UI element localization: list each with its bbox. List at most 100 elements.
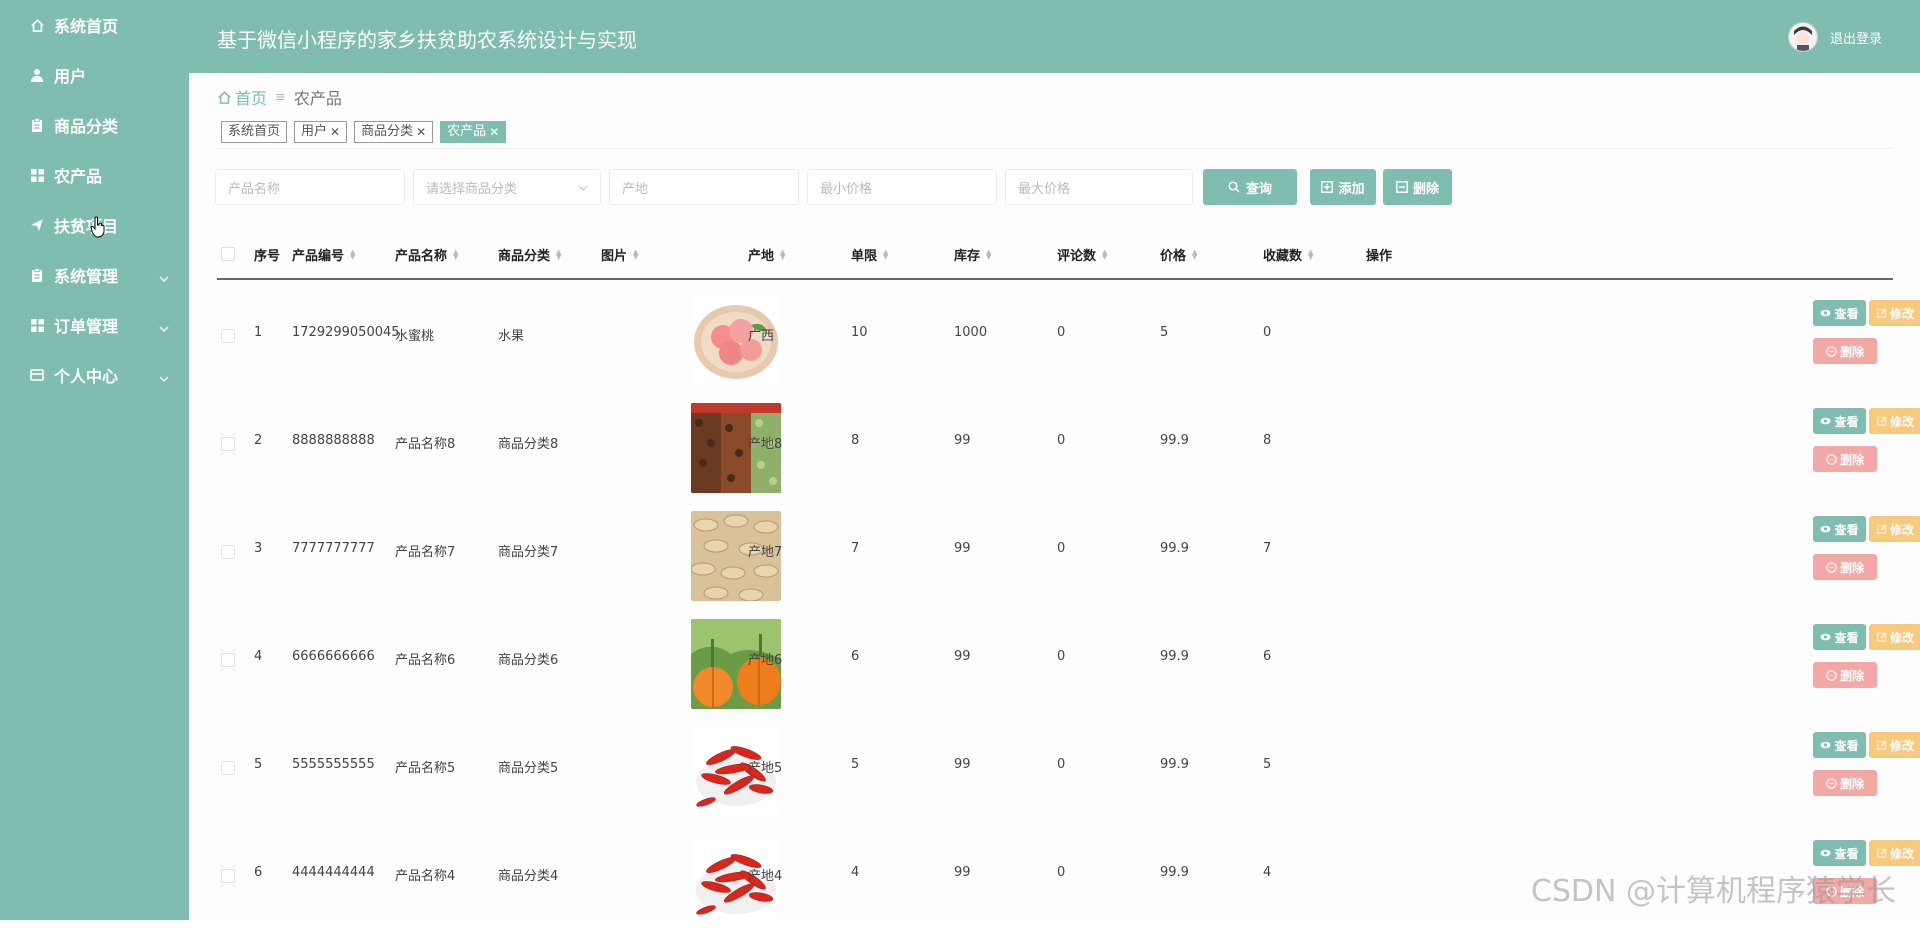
tab-label: 用户 — [301, 124, 328, 139]
minus-circle-icon — [1826, 453, 1837, 465]
sort-icon[interactable]: ▲ ▼ — [883, 248, 889, 260]
cell-favorites: 8 — [1263, 433, 1272, 448]
delete-button[interactable]: 删除 — [1813, 338, 1877, 364]
edit-button[interactable]: 修改 — [1869, 840, 1920, 866]
close-icon[interactable]: ✕ — [489, 122, 499, 142]
cell-stock: 99 — [954, 757, 971, 772]
origin-input[interactable]: 产地 — [609, 169, 799, 205]
cell-origin: 产地4 — [748, 869, 783, 884]
column-header-favorites[interactable]: 收藏数 ▲ ▼ — [1263, 245, 1314, 264]
cell-stock: 99 — [954, 433, 971, 448]
top-header: 基于微信小程序的家乡扶贫助农系统设计与实现 退出登录 — [189, 0, 1920, 73]
sidebar-item-home[interactable]: 系统首页 — [0, 0, 189, 50]
edit-icon — [1877, 524, 1887, 534]
column-header-stock[interactable]: 库存 ▲ ▼ — [954, 245, 992, 264]
action-label: 查看 — [1834, 522, 1859, 537]
column-header-price[interactable]: 价格 ▲ ▼ — [1160, 245, 1198, 264]
cell-code: 7777777777 — [292, 541, 375, 556]
avatar[interactable] — [1787, 22, 1818, 52]
delete-button[interactable]: 删除 — [1813, 446, 1877, 472]
view-button[interactable]: 查看 — [1813, 300, 1866, 326]
product-name-input[interactable]: 产品名称 — [215, 169, 405, 205]
grid-icon — [28, 166, 46, 184]
cell-comments: 0 — [1057, 325, 1066, 340]
action-label: 查看 — [1834, 306, 1859, 321]
sidebar-item-products[interactable]: 农产品 — [0, 150, 189, 200]
column-header-label: 评论数 — [1057, 249, 1097, 264]
cell-limit: 10 — [851, 325, 868, 340]
column-header-name[interactable]: 产品名称 ▲ ▼ — [395, 245, 459, 264]
view-button[interactable]: 查看 — [1813, 840, 1866, 866]
sidebar-item-users[interactable]: 用户 — [0, 50, 189, 100]
edit-button[interactable]: 修改 — [1869, 516, 1920, 542]
max-price-input[interactable]: 最大价格 — [1005, 169, 1193, 205]
view-button[interactable]: 查看 — [1813, 732, 1866, 758]
sort-icon[interactable]: ▲ ▼ — [1308, 248, 1314, 260]
cell-name: 产品名称8 — [395, 437, 456, 452]
sidebar-item-order-management[interactable]: 订单管理 — [0, 300, 189, 350]
delete-button[interactable]: 删除 — [1813, 554, 1877, 580]
sort-icon[interactable]: ▲ ▼ — [350, 248, 356, 260]
close-icon[interactable]: ✕ — [416, 122, 426, 142]
tab-categories[interactable]: 商品分类 ✕ — [354, 121, 434, 143]
row-checkbox[interactable] — [221, 653, 235, 667]
delete-button[interactable]: 删除 — [1813, 770, 1877, 796]
row-checkbox[interactable] — [221, 437, 235, 451]
logout-link[interactable]: 退出登录 — [1830, 28, 1882, 47]
sort-icon[interactable]: ▲ ▼ — [1102, 248, 1108, 260]
tab-products[interactable]: 农产品 ✕ — [440, 121, 507, 143]
tab-home[interactable]: 系统首页 — [221, 121, 288, 143]
row-checkbox[interactable] — [221, 545, 235, 559]
batch-delete-button[interactable]: 删除 — [1383, 169, 1452, 205]
sort-icon[interactable]: ▲ ▼ — [986, 248, 992, 260]
column-header-comments[interactable]: 评论数 ▲ ▼ — [1057, 245, 1108, 264]
edit-button[interactable]: 修改 — [1869, 408, 1920, 434]
action-label: 修改 — [1889, 306, 1914, 321]
chevron-down-icon — [578, 180, 588, 195]
cell-limit: 7 — [851, 541, 860, 556]
view-button[interactable]: 查看 — [1813, 516, 1866, 542]
sidebar-item-label: 系统管理 — [54, 267, 119, 286]
view-button[interactable]: 查看 — [1813, 408, 1866, 434]
column-header-label: 产品名称 — [395, 249, 448, 264]
sort-icon[interactable]: ▲ ▼ — [633, 248, 639, 260]
column-header-category[interactable]: 商品分类 ▲ ▼ — [498, 245, 562, 264]
row-checkbox[interactable] — [221, 869, 235, 883]
query-label: 查询 — [1245, 181, 1272, 197]
sort-icon[interactable]: ▲ ▼ — [453, 248, 459, 260]
tab-users[interactable]: 用户 ✕ — [294, 121, 348, 143]
column-header-label: 库存 — [954, 249, 981, 264]
sidebar-item-categories[interactable]: 商品分类 — [0, 100, 189, 150]
grid-icon — [28, 316, 46, 334]
row-checkbox[interactable] — [221, 329, 235, 343]
delete-button[interactable]: 删除 — [1813, 662, 1877, 688]
category-select[interactable]: 请选择商品分类 — [413, 169, 601, 205]
user-area[interactable]: 退出登录 — [1787, 22, 1882, 52]
close-icon[interactable]: ✕ — [330, 122, 340, 142]
column-header-limit[interactable]: 单限 ▲ ▼ — [851, 245, 889, 264]
filter-bar: 产品名称 请选择商品分类 产地 最小价格 最大价格 查询 添加 删除 — [215, 169, 1462, 205]
user-icon — [28, 66, 46, 84]
sidebar-item-system-management[interactable]: 系统管理 — [0, 250, 189, 300]
sort-icon[interactable]: ▲ ▼ — [556, 248, 562, 260]
table-row: 37777777777产品名称7商品分类7产地7799099.97查看修改查看评… — [217, 496, 1920, 604]
cell-index: 6 — [254, 865, 263, 880]
query-button[interactable]: 查询 — [1203, 169, 1297, 205]
column-header-origin[interactable]: 产地 ▲ ▼ — [748, 245, 786, 264]
select-all-checkbox[interactable] — [221, 247, 235, 261]
sidebar-item-personal-center[interactable]: 个人中心 — [0, 350, 189, 400]
column-header-image[interactable]: 图片 ▲ ▼ — [601, 245, 639, 264]
view-button[interactable]: 查看 — [1813, 624, 1866, 650]
edit-button[interactable]: 修改 — [1869, 732, 1920, 758]
row-checkbox[interactable] — [221, 761, 235, 775]
column-header-code[interactable]: 产品编号 ▲ ▼ — [292, 245, 356, 264]
cell-price: 99.9 — [1160, 649, 1189, 664]
edit-button[interactable]: 修改 — [1869, 300, 1920, 326]
add-button[interactable]: 添加 — [1310, 169, 1376, 205]
cell-price: 99.9 — [1160, 865, 1189, 880]
edit-button[interactable]: 修改 — [1869, 624, 1920, 650]
min-price-input[interactable]: 最小价格 — [807, 169, 997, 205]
sort-icon[interactable]: ▲ ▼ — [1192, 248, 1198, 260]
breadcrumb-home[interactable]: 首页 — [235, 85, 267, 109]
sort-icon[interactable]: ▲ ▼ — [780, 248, 786, 260]
